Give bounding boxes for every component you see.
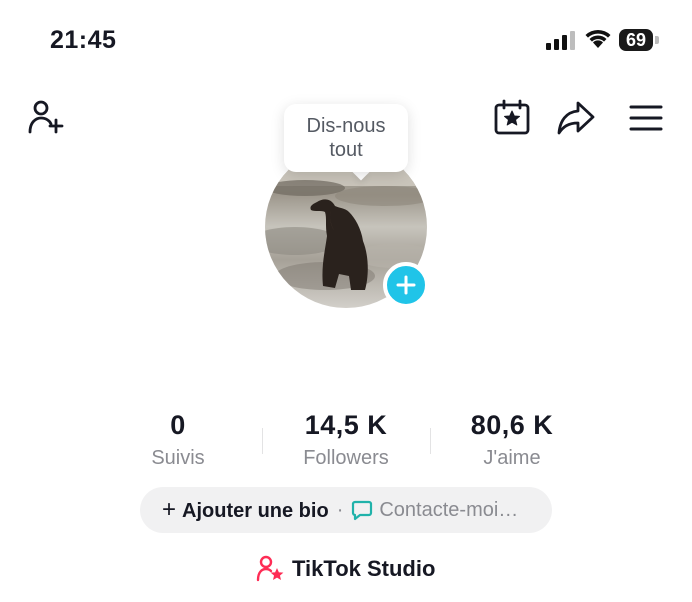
menu-button[interactable] bbox=[624, 96, 668, 140]
tooltip-line-1: Dis-nous bbox=[306, 115, 386, 137]
battery-icon: 69 bbox=[619, 29, 661, 51]
status-time: 21:45 bbox=[50, 26, 117, 54]
status-bar: 21:45 69 bbox=[0, 0, 692, 80]
likes-label: J'aime bbox=[483, 447, 541, 469]
add-friend-icon bbox=[28, 100, 64, 134]
share-icon bbox=[557, 101, 595, 135]
signal-icon bbox=[546, 30, 576, 55]
bio-pill: + Ajouter une bio · Contacte-moi… bbox=[140, 487, 552, 533]
tell-us-tooltip[interactable]: Dis-nous tout bbox=[284, 104, 408, 172]
calendar-button[interactable] bbox=[490, 96, 534, 140]
followers-label: Followers bbox=[303, 447, 389, 469]
plus-icon: + bbox=[162, 496, 177, 523]
add-bio-button[interactable]: + Ajouter une bio bbox=[162, 496, 329, 524]
add-photo-button[interactable] bbox=[383, 262, 429, 308]
following-count: 0 bbox=[170, 410, 186, 440]
calendar-star-icon bbox=[494, 99, 530, 135]
share-button[interactable] bbox=[554, 96, 598, 140]
menu-icon bbox=[629, 105, 663, 131]
creator-star-icon bbox=[256, 555, 284, 582]
tooltip-line-2: tout bbox=[329, 139, 363, 161]
stat-likes[interactable]: 80,6 K J'aime bbox=[432, 410, 592, 470]
add-friend-button[interactable] bbox=[24, 96, 68, 140]
followers-count: 14,5 K bbox=[304, 410, 388, 440]
following-label: Suivis bbox=[151, 447, 205, 469]
wifi-icon bbox=[584, 28, 612, 55]
stat-followers[interactable]: 14,5 K Followers bbox=[266, 410, 426, 470]
stat-following[interactable]: 0 Suivis bbox=[98, 410, 258, 470]
stats-divider bbox=[262, 428, 263, 454]
tiktok-studio-label: TikTok Studio bbox=[292, 556, 436, 581]
add-bio-label: Ajouter une bio bbox=[182, 500, 329, 522]
bio-separator: · bbox=[336, 498, 344, 521]
contact-me-button[interactable]: Contacte-moi… bbox=[351, 499, 518, 522]
tiktok-studio-link[interactable]: TikTok Studio bbox=[256, 555, 435, 583]
profile-stats: 0 Suivis 14,5 K Followers 80,6 K J'aime bbox=[120, 410, 580, 472]
plus-icon bbox=[396, 275, 416, 295]
stats-divider bbox=[430, 428, 431, 454]
likes-count: 80,6 K bbox=[470, 410, 554, 440]
contact-me-label: Contacte-moi… bbox=[379, 498, 519, 521]
battery-level: 69 bbox=[619, 29, 653, 51]
message-icon bbox=[352, 500, 373, 521]
